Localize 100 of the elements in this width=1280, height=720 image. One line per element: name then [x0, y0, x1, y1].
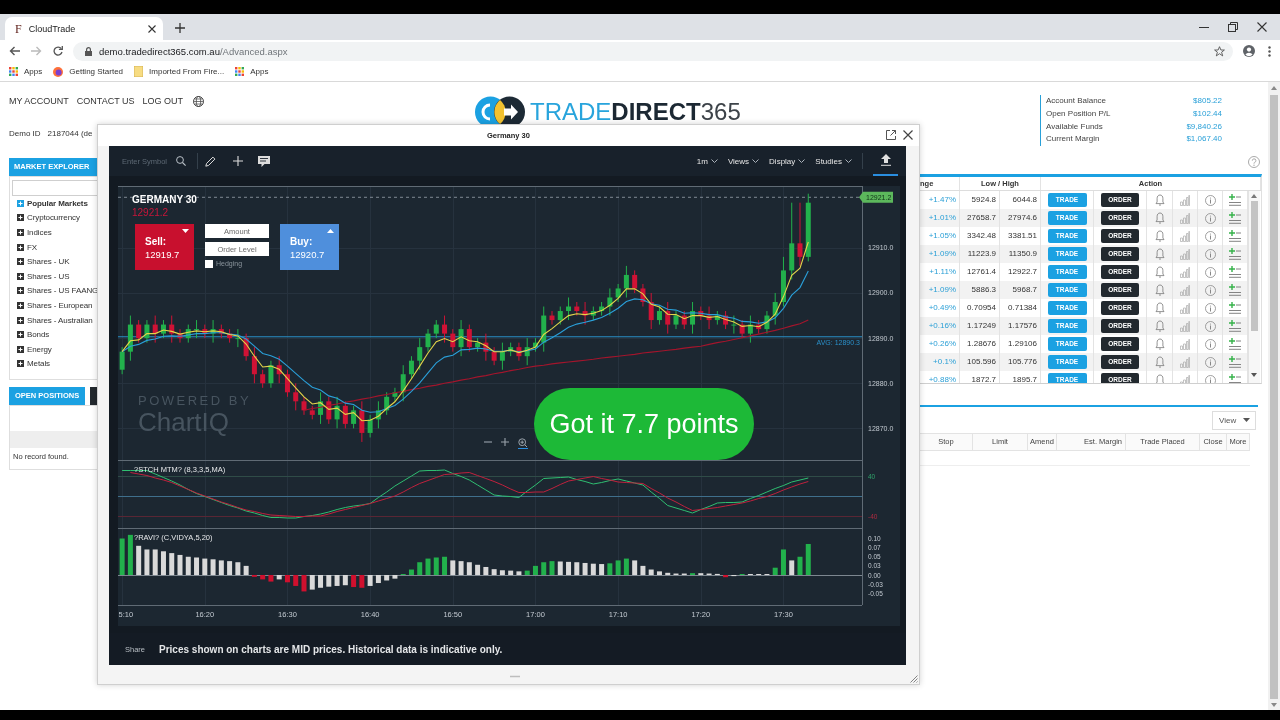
toolbar-menu[interactable]: Display — [769, 156, 806, 166]
bar-chart-icon[interactable] — [1180, 284, 1190, 296]
info-icon[interactable] — [1204, 356, 1216, 368]
maximize-icon[interactable] — [1228, 22, 1238, 32]
nav-link[interactable]: LOG OUT — [142, 96, 184, 107]
bar-chart-icon[interactable] — [1180, 212, 1190, 224]
bell-icon[interactable] — [1154, 338, 1165, 350]
bell-icon[interactable] — [1154, 284, 1165, 296]
bar-chart-icon[interactable] — [1180, 356, 1190, 368]
info-icon[interactable] — [1204, 212, 1216, 224]
bell-icon[interactable] — [1154, 356, 1165, 368]
external-link-icon[interactable] — [886, 130, 896, 140]
info-icon[interactable] — [1204, 248, 1216, 260]
tree-item[interactable]: Shares - UK — [12, 254, 97, 269]
browser-tab[interactable]: F CloudTrade — [5, 17, 163, 40]
info-icon[interactable] — [1204, 284, 1216, 296]
add-list-icon[interactable] — [1229, 356, 1241, 368]
info-icon[interactable] — [1204, 230, 1216, 242]
add-list-icon[interactable] — [1229, 284, 1241, 296]
search-field[interactable] — [12, 180, 97, 196]
close-icon[interactable] — [1257, 22, 1267, 32]
info-icon[interactable] — [1204, 302, 1216, 314]
info-icon[interactable] — [1204, 338, 1216, 350]
scrollbar[interactable] — [1268, 82, 1280, 710]
expand-icon[interactable] — [17, 243, 24, 251]
bell-icon[interactable] — [1154, 248, 1165, 260]
comment-icon[interactable] — [258, 155, 270, 167]
sell-button[interactable]: Sell: 12919.7 — [135, 224, 194, 270]
add-list-icon[interactable] — [1229, 338, 1241, 350]
toolbar-menu[interactable]: 1m — [696, 156, 718, 166]
bar-chart-icon[interactable] — [1180, 338, 1190, 350]
add-list-icon[interactable] — [1229, 320, 1241, 332]
handle-icon[interactable] — [510, 675, 520, 678]
tree-item[interactable]: Energy — [12, 341, 97, 357]
expand-icon[interactable] — [17, 287, 24, 295]
scrollbar[interactable] — [1248, 191, 1260, 383]
close-icon[interactable] — [148, 24, 156, 33]
forward-icon[interactable] — [31, 46, 42, 56]
search-icon[interactable] — [176, 156, 186, 166]
info-icon[interactable] — [1204, 194, 1216, 206]
globe-icon[interactable] — [193, 96, 205, 107]
magnifier-icon[interactable] — [518, 438, 528, 449]
scrollbar-thumb[interactable] — [1270, 95, 1278, 699]
bar-chart-icon[interactable] — [1180, 230, 1190, 242]
bell-icon[interactable] — [1154, 374, 1165, 383]
tree-item[interactable]: Shares - European — [12, 298, 97, 313]
bookmark-link[interactable]: Apps — [9, 67, 43, 76]
bell-icon[interactable] — [1154, 212, 1165, 224]
bookmark-link[interactable]: Imported From Fire... — [134, 66, 225, 77]
bell-icon[interactable] — [1154, 320, 1165, 332]
reload-icon[interactable] — [53, 46, 63, 56]
bell-icon[interactable] — [1154, 302, 1165, 314]
expand-icon[interactable] — [17, 331, 24, 339]
bell-icon[interactable] — [1154, 230, 1165, 242]
add-list-icon[interactable] — [1229, 266, 1241, 278]
back-icon[interactable] — [9, 46, 20, 56]
expand-icon[interactable] — [17, 258, 24, 266]
scrollbar-thumb[interactable] — [1251, 201, 1258, 331]
resize-grip-icon[interactable] — [910, 675, 918, 683]
scroll-up-icon[interactable] — [1271, 86, 1277, 90]
tree-item[interactable]: Metals — [12, 356, 97, 372]
add-list-icon[interactable] — [1229, 248, 1241, 260]
tree-item[interactable]: Popular Markets — [12, 196, 97, 211]
expand-icon[interactable] — [17, 316, 24, 324]
scroll-down-icon[interactable] — [1251, 373, 1257, 377]
add-list-icon[interactable] — [1229, 194, 1241, 206]
bar-chart-icon[interactable] — [1180, 266, 1190, 278]
add-list-icon[interactable] — [1229, 302, 1241, 314]
add-list-icon[interactable] — [1229, 230, 1241, 242]
expand-icon[interactable] — [17, 360, 24, 368]
bar-chart-icon[interactable] — [1180, 374, 1190, 383]
bar-chart-icon[interactable] — [1180, 320, 1190, 332]
tree-item[interactable]: Shares - US FAANG — [12, 283, 97, 299]
tree-item[interactable]: Indices — [12, 225, 97, 240]
profile-icon[interactable] — [1243, 45, 1255, 57]
toolbar-menu[interactable]: Studies — [815, 156, 852, 166]
bell-icon[interactable] — [1154, 266, 1165, 278]
info-icon[interactable] — [1204, 374, 1216, 383]
star-icon[interactable] — [1214, 45, 1225, 57]
hedging-checkbox[interactable] — [205, 260, 213, 268]
scroll-up-icon[interactable] — [1251, 194, 1257, 198]
expand-icon[interactable] — [17, 214, 24, 222]
bar-chart-icon[interactable] — [1180, 248, 1190, 260]
expand-icon[interactable] — [17, 229, 24, 236]
expand-icon[interactable] — [17, 301, 24, 309]
minus-icon[interactable] — [484, 438, 492, 446]
tree-item[interactable]: Cryptocurrency — [12, 210, 97, 226]
add-list-icon[interactable] — [1229, 212, 1241, 224]
tree-item[interactable]: Shares - US — [12, 268, 97, 284]
tree-item[interactable]: Bonds — [12, 327, 97, 342]
bookmark-link[interactable]: Apps — [235, 67, 269, 76]
address-bar[interactable]: demo.tradedirect365.com.au/Advanced.aspx — [73, 41, 1233, 61]
plus-icon[interactable] — [175, 23, 185, 33]
info-icon[interactable] — [1204, 320, 1216, 332]
bell-icon[interactable] — [1154, 194, 1165, 206]
tree-item[interactable]: Shares - Australian — [12, 312, 97, 328]
close-icon[interactable] — [903, 130, 913, 140]
nav-link[interactable]: CONTACT US — [76, 96, 135, 107]
help-icon[interactable] — [1248, 156, 1260, 168]
expand-icon[interactable] — [17, 345, 24, 353]
